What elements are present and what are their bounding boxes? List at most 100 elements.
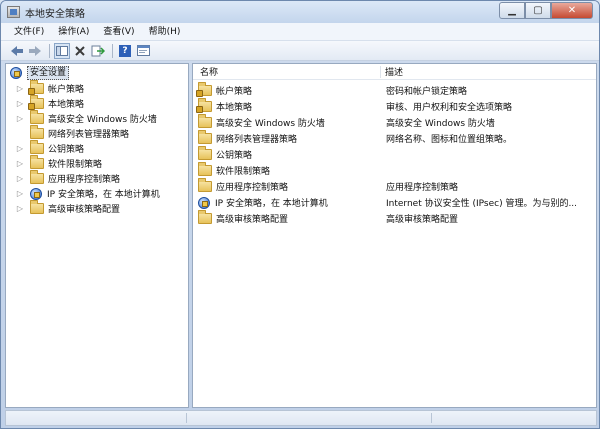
tree-item-label: 公钥策略 <box>48 145 85 155</box>
expand-arrow-icon[interactable]: ▷ <box>16 99 24 108</box>
title-bar[interactable]: 本地安全策略 ▁ ▢ ✕ <box>1 1 599 23</box>
delete-icon[interactable] <box>72 43 88 59</box>
close-button[interactable]: ✕ <box>551 2 593 19</box>
folder-icon <box>198 114 212 128</box>
folder-icon <box>198 130 212 144</box>
back-arrow-icon[interactable] <box>9 43 25 59</box>
tree-item-advanced-audit[interactable]: ▷ 高级审核策略配置 <box>16 200 121 216</box>
menu-bar: 文件(F) 操作(A) 查看(V) 帮助(H) <box>1 23 599 41</box>
folder-lock-icon <box>196 98 212 113</box>
tree-item-local-policy[interactable]: ▷ 本地策略 <box>16 95 85 111</box>
caption-buttons: ▁ ▢ ✕ <box>499 2 593 19</box>
status-bar <box>5 410 597 426</box>
list-item[interactable]: 应用程序控制策略 应用程序控制策略 <box>198 178 596 194</box>
list-header: 名称 描述 <box>193 64 596 80</box>
column-header-description[interactable]: 描述 <box>385 65 403 78</box>
tree-root-label: 安全设置 <box>27 66 70 80</box>
list-item-description: 应用程序控制策略 <box>386 183 459 193</box>
tree-item-label: 应用程序控制策略 <box>48 175 121 185</box>
list-item[interactable]: 软件限制策略 <box>198 162 596 178</box>
properties-icon[interactable] <box>135 43 151 59</box>
toolbar-separator <box>112 43 113 58</box>
folder-icon <box>30 155 44 169</box>
menu-file[interactable]: 文件(F) <box>7 23 51 41</box>
expand-arrow-icon[interactable]: ▷ <box>16 114 24 123</box>
expand-arrow-icon[interactable]: ▷ <box>16 174 24 183</box>
list-item-name: 公钥策略 <box>216 151 253 161</box>
status-divider <box>186 413 187 423</box>
maximize-button[interactable]: ▢ <box>525 2 551 19</box>
tree-item-label: IP 安全策略，在 本地计算机 <box>47 190 160 200</box>
tree-item-firewall[interactable]: ▷ 高级安全 Windows 防火墙 <box>16 110 157 126</box>
tree-item-label: 高级审核策略配置 <box>48 205 121 215</box>
ipsec-icon <box>30 187 42 200</box>
folder-icon <box>198 178 212 192</box>
list-item-name: IP 安全策略，在 本地计算机 <box>215 199 328 209</box>
list-item-description: 高级审核策略配置 <box>386 215 459 225</box>
expand-arrow-icon[interactable]: ▷ <box>16 204 24 213</box>
main-window: 本地安全策略 ▁ ▢ ✕ 文件(F) 操作(A) 查看(V) 帮助(H) ? 安… <box>0 0 600 429</box>
expand-arrow-icon[interactable]: ▷ <box>16 189 24 198</box>
minimize-button[interactable]: ▁ <box>499 2 525 19</box>
tree-item-label: 网络列表管理器策略 <box>48 130 130 140</box>
folder-icon <box>30 110 44 124</box>
list-item[interactable]: 高级审核策略配置 高级审核策略配置 <box>198 210 596 226</box>
list-item-name: 帐户策略 <box>216 87 253 97</box>
expand-arrow-placeholder <box>16 130 24 138</box>
list-item-name: 高级安全 Windows 防火墙 <box>216 119 325 129</box>
security-policy-app-icon <box>7 6 20 18</box>
expand-arrow-icon[interactable]: ▷ <box>16 84 24 93</box>
menu-view[interactable]: 查看(V) <box>96 23 141 41</box>
folder-icon <box>30 140 44 154</box>
list-item-description: Internet 协议安全性 (IPsec) 管理。为与别的... <box>386 199 578 209</box>
tree-item-network-list[interactable]: 网络列表管理器策略 <box>16 125 130 141</box>
list-item-name: 本地策略 <box>216 103 253 113</box>
toolbar-separator <box>49 43 50 58</box>
column-header-name[interactable]: 名称 <box>200 65 218 78</box>
column-divider[interactable] <box>380 66 381 78</box>
details-pane[interactable]: 名称 描述 帐户策略 密码和帐户锁定策略 本地策略 审核、用户权利和安全选项策略… <box>192 63 597 408</box>
list-item[interactable]: 公钥策略 <box>198 146 596 162</box>
toolbar: ? <box>1 41 599 61</box>
ipsec-icon <box>198 196 210 209</box>
list-item[interactable]: 高级安全 Windows 防火墙 高级安全 Windows 防火墙 <box>198 114 596 130</box>
tree-item-software-restriction[interactable]: ▷ 软件限制策略 <box>16 155 103 171</box>
list-item[interactable]: 帐户策略 密码和帐户锁定策略 <box>196 82 596 98</box>
export-icon[interactable] <box>90 43 106 59</box>
list-item-name: 软件限制策略 <box>216 167 271 177</box>
forward-arrow-icon[interactable] <box>27 43 43 59</box>
tree-item-label: 高级安全 Windows 防火墙 <box>48 115 157 125</box>
tree-item-label: 软件限制策略 <box>48 160 103 170</box>
folder-icon <box>198 210 212 224</box>
folder-lock-icon <box>28 80 44 95</box>
tree-item-ipsec[interactable]: ▷ IP 安全策略，在 本地计算机 <box>16 186 160 201</box>
folder-icon <box>30 125 44 139</box>
tree-pane[interactable]: 安全设置 ▷ 帐户策略 ▷ 本地策略 ▷ 高级安全 Windows 防火墙 网络… <box>5 63 189 408</box>
list-item-name: 网络列表管理器策略 <box>216 135 298 145</box>
list-item-description: 网络名称、图标和位置组策略。 <box>386 135 513 145</box>
expand-arrow-icon[interactable]: ▷ <box>16 144 24 153</box>
list-item-description: 审核、用户权利和安全选项策略 <box>386 103 513 113</box>
list-item-description: 高级安全 Windows 防火墙 <box>386 119 495 129</box>
list-item[interactable]: IP 安全策略，在 本地计算机 Internet 协议安全性 (IPsec) 管… <box>198 195 596 210</box>
folder-icon <box>30 170 44 184</box>
list-item[interactable]: 本地策略 审核、用户权利和安全选项策略 <box>196 98 596 114</box>
menu-action[interactable]: 操作(A) <box>51 23 96 41</box>
list-item-name: 高级审核策略配置 <box>216 215 289 225</box>
tree-item-account-policy[interactable]: ▷ 帐户策略 <box>16 80 84 96</box>
folder-icon <box>198 146 212 160</box>
list-item[interactable]: 网络列表管理器策略 网络名称、图标和位置组策略。 <box>198 130 596 146</box>
show-hide-tree-icon[interactable] <box>54 42 70 59</box>
menu-help[interactable]: 帮助(H) <box>142 23 188 41</box>
tree-item-public-key[interactable]: ▷ 公钥策略 <box>16 140 85 156</box>
help-glyph: ? <box>119 44 131 57</box>
tree-root-item[interactable]: 安全设置 <box>10 66 70 80</box>
folder-icon <box>30 200 44 214</box>
help-icon[interactable]: ? <box>117 43 133 59</box>
tree-item-app-control[interactable]: ▷ 应用程序控制策略 <box>16 170 121 186</box>
tree-item-label: 本地策略 <box>48 100 85 110</box>
expand-arrow-icon[interactable]: ▷ <box>16 159 24 168</box>
folder-icon <box>198 162 212 176</box>
window-title: 本地安全策略 <box>25 8 85 20</box>
security-settings-icon <box>10 67 22 79</box>
